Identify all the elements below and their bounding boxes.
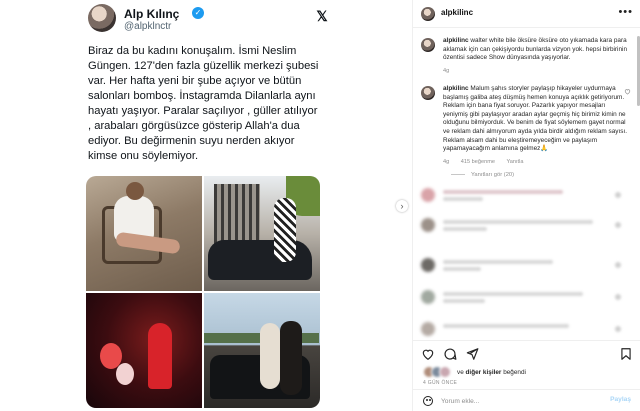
woman-in-red-photo: [86, 293, 202, 408]
view-replies-button[interactable]: Yanıtları gör (20): [451, 172, 514, 178]
post-sidebar: alpkilinc ••• alpkilinc walter white bil…: [412, 0, 640, 411]
post-actions: [413, 340, 640, 366]
tweet-header: Alp Kılınç ✓ @alpklnctr 𝕏: [88, 4, 328, 34]
reply-button[interactable]: Yanıtla: [506, 159, 523, 165]
more-options-icon[interactable]: •••: [618, 6, 633, 18]
tweet-card: Alp Kılınç ✓ @alpklnctr 𝕏 Biraz da bu ka…: [84, 0, 332, 411]
post-media: Alp Kılınç ✓ @alpklnctr 𝕏 Biraz da bu ka…: [0, 0, 412, 411]
author-username[interactable]: alpkilinc: [441, 8, 473, 17]
like-heart-icon[interactable]: [421, 347, 435, 361]
caption-time[interactable]: 4g: [443, 68, 449, 74]
comment-heart-icon[interactable]: [624, 88, 631, 95]
comment-input[interactable]: [441, 395, 591, 407]
blurred-comment: [421, 322, 625, 338]
share-icon[interactable]: [465, 347, 479, 361]
caption-text: walter white bile öksüre öksüre oto yıka…: [443, 37, 627, 62]
man-on-sofa-photo: [86, 176, 202, 291]
liked-by: ve diğer kişiler beğendi: [423, 366, 633, 380]
tweet-author-handle: @alpklnctr: [124, 21, 172, 32]
author-comment: alpkilinc Malum şahıs storyler paylaşıp …: [443, 85, 627, 165]
blurred-comment: [421, 258, 625, 274]
tweet-avatar: [88, 4, 116, 32]
comment-like-count[interactable]: 415 beğenme: [461, 159, 495, 165]
x-logo-icon: 𝕏: [316, 8, 328, 24]
liked-by-joiner: ve: [457, 369, 464, 376]
liked-by-suffix: beğendi: [503, 369, 526, 376]
comment-time[interactable]: 4g: [443, 159, 449, 165]
emoji-icon[interactable]: [423, 396, 433, 406]
comment-avatar[interactable]: [421, 86, 435, 100]
author-avatar[interactable]: [421, 7, 435, 21]
comment-username[interactable]: alpkilinc: [443, 85, 469, 92]
blurred-comment: [421, 290, 625, 306]
caption-avatar[interactable]: [421, 38, 435, 52]
tweet-author-name: Alp Kılınç: [124, 7, 180, 21]
comments-scrollbar[interactable]: [636, 28, 640, 340]
comment-icon[interactable]: [443, 347, 457, 361]
verified-badge-icon: ✓: [192, 7, 204, 19]
save-bookmark-icon[interactable]: [619, 347, 633, 361]
couple-with-car-photo: [204, 293, 320, 408]
post-comment-button[interactable]: Paylaş: [610, 396, 631, 403]
post-header: alpkilinc •••: [413, 0, 640, 28]
blurred-comment: [421, 188, 625, 204]
comments-list[interactable]: alpkilinc walter white bile öksüre öksür…: [413, 28, 640, 340]
next-media-button[interactable]: ›: [396, 200, 408, 212]
comment-text: Malum şahıs storyler paylaşıp hikayeler …: [443, 85, 627, 153]
woman-with-car-photo: [204, 176, 320, 291]
post-date[interactable]: 4 GÜN ÖNCE: [423, 380, 457, 386]
caption-username[interactable]: alpkilinc: [443, 37, 469, 44]
tweet-photo-grid: [86, 176, 320, 408]
liked-by-others-link[interactable]: diğer kişiler: [466, 369, 502, 376]
blurred-comment: [421, 218, 625, 234]
tweet-body: Biraz da bu kadını konuşalım. İsmi Nesli…: [88, 45, 319, 162]
liked-by-avatars[interactable]: [423, 366, 453, 378]
comment-composer: Paylaş: [413, 389, 640, 411]
caption: alpkilinc walter white bile öksüre öksür…: [443, 37, 633, 74]
